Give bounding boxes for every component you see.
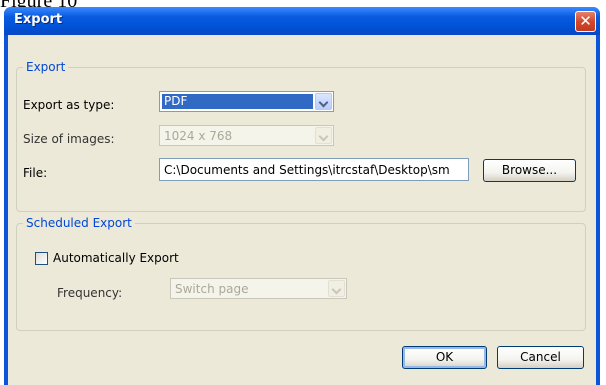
dialog-body: Export Export as type: PDF Size of image…	[8, 35, 596, 385]
export-type-select[interactable]: PDF	[159, 91, 334, 112]
image-size-select[interactable]: 1024 x 768	[159, 125, 334, 146]
close-icon: ✕	[579, 12, 592, 30]
export-dialog: Export ✕ Export Export as type: PDF Size…	[4, 7, 600, 385]
scheduled-export-group-label: Scheduled Export	[23, 216, 135, 230]
chevron-down-icon	[315, 127, 332, 144]
export-group-label: Export	[23, 60, 69, 74]
auto-export-checkbox[interactable]	[35, 252, 48, 265]
scheduled-export-group: Scheduled Export Automatically Export Fr…	[16, 216, 586, 331]
frequency-label: Frequency:	[57, 286, 123, 300]
chevron-down-icon[interactable]	[315, 93, 332, 110]
image-size-value: 1024 x 768	[164, 129, 233, 143]
file-label: File:	[23, 166, 48, 180]
file-path-input[interactable]: C:\Documents and Settings\itrcstaf\Deskt…	[159, 158, 469, 181]
export-type-label: Export as type:	[23, 98, 115, 112]
cancel-button[interactable]: Cancel	[497, 346, 584, 369]
frequency-select[interactable]: Switch page	[170, 278, 347, 299]
export-type-value: PDF	[162, 94, 313, 109]
auto-export-label[interactable]: Automatically Export	[53, 251, 179, 265]
image-size-label: Size of images:	[23, 132, 115, 146]
export-group: Export Export as type: PDF Size of image…	[16, 60, 586, 212]
browse-button[interactable]: Browse...	[483, 159, 576, 182]
title-bar[interactable]: Export ✕	[4, 7, 600, 35]
file-path-value: C:\Documents and Settings\itrcstaf\Deskt…	[164, 163, 450, 177]
close-button[interactable]: ✕	[575, 11, 596, 32]
window-title: Export	[14, 12, 63, 27]
frequency-value: Switch page	[175, 282, 249, 296]
ok-button[interactable]: OK	[402, 346, 487, 369]
chevron-down-icon	[328, 280, 345, 297]
